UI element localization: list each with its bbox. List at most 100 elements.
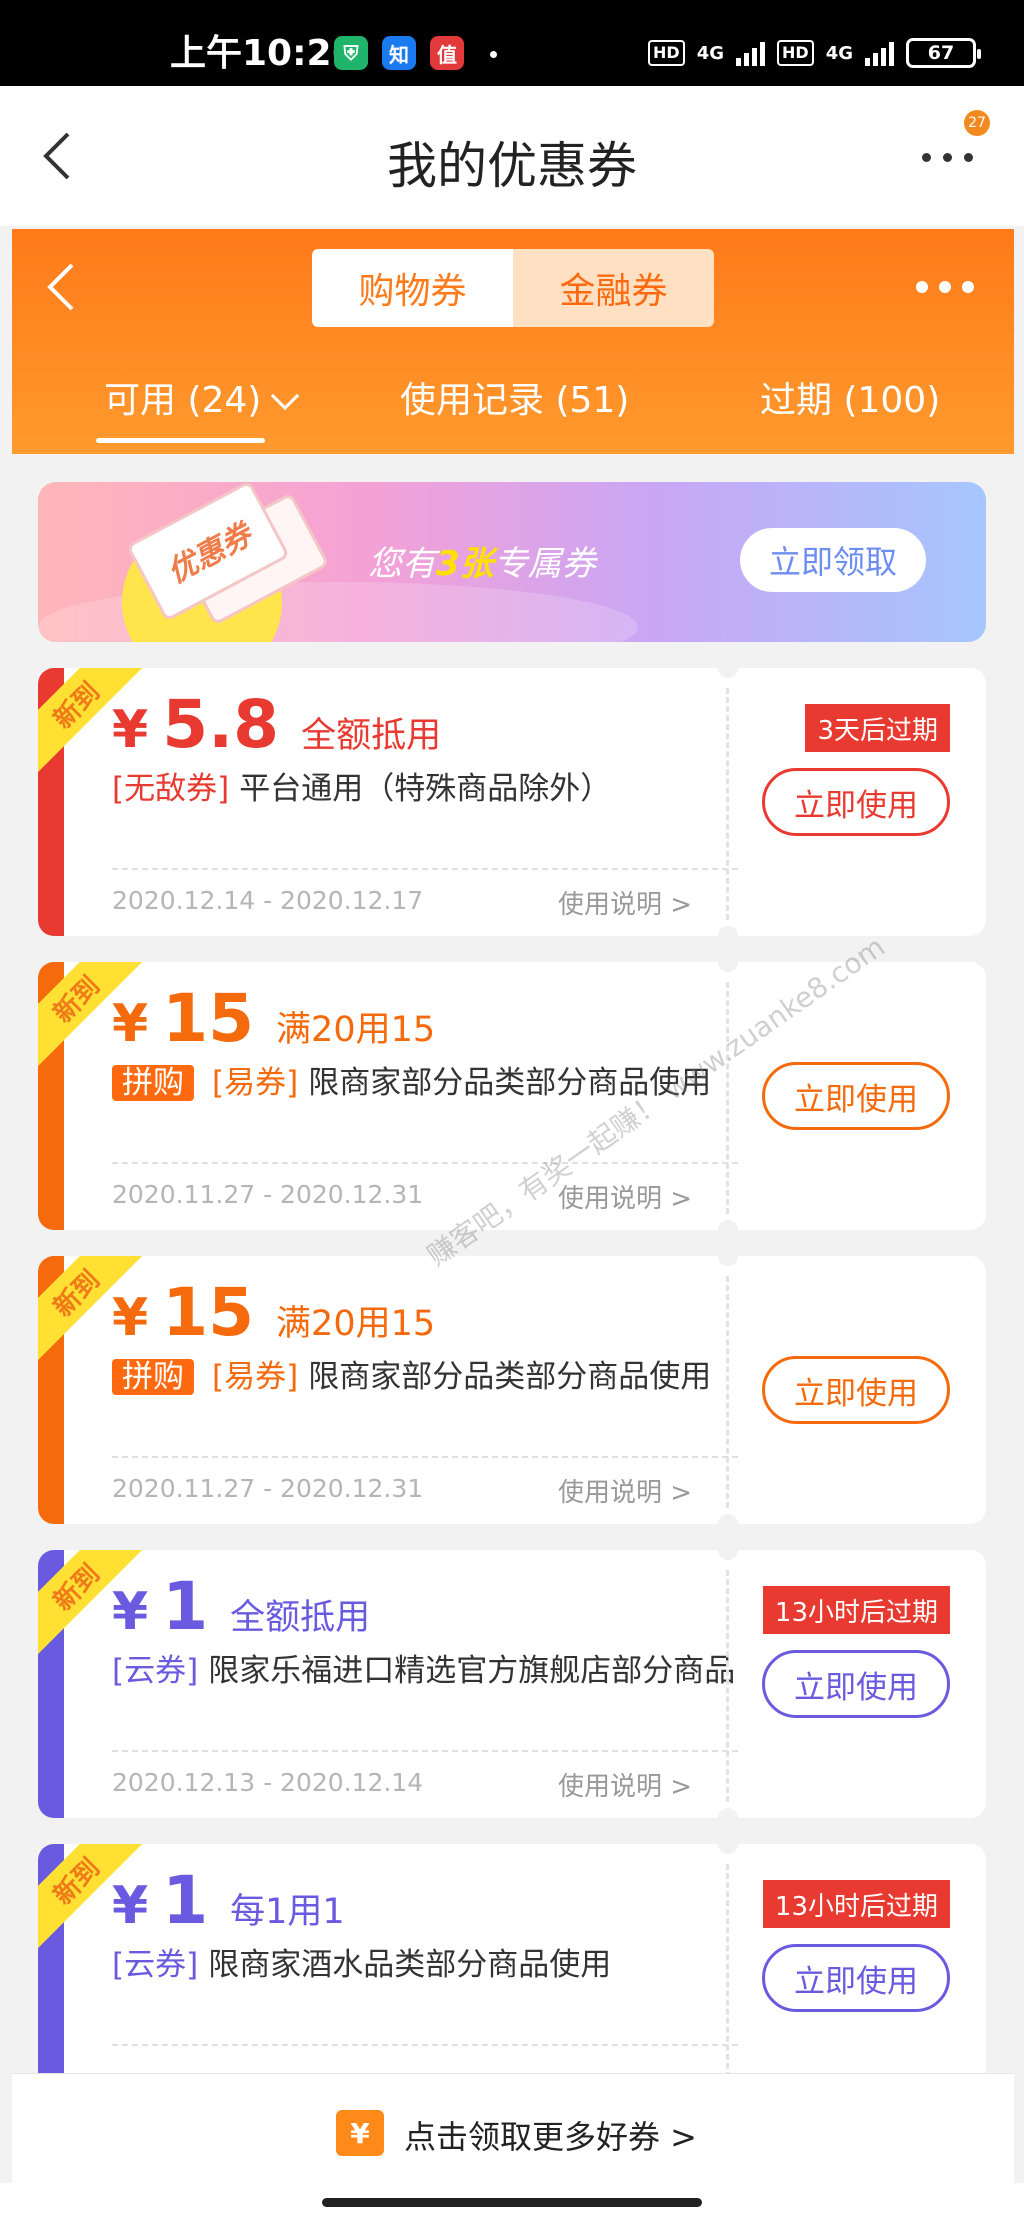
usage-instructions-link[interactable]: 使用说明 > (558, 884, 692, 921)
network-type-2: 4G (825, 42, 853, 64)
ticket-notch-bottom (718, 1220, 738, 1230)
perforation (726, 688, 729, 920)
ticket-notch-top (718, 962, 738, 972)
ticket-notch-top (718, 1844, 738, 1854)
perforation (726, 1864, 729, 2096)
currency-symbol: ¥ (112, 1288, 149, 1348)
usage-instructions-link[interactable]: 使用说明 > (558, 1472, 692, 1509)
coupon-description: 拼购 [易券] 限商家部分品类部分商品使用 (112, 1356, 752, 1398)
coupon-scope: 限家乐福进口精选官方旗舰店部分商品 (208, 1653, 736, 1689)
header-more-icon[interactable] (916, 281, 974, 293)
use-now-button[interactable]: 立即使用 (762, 1944, 950, 2012)
coupon-scope: 限商家部分品类部分商品使用 (308, 1359, 712, 1395)
coupon-type-tag: [云券] (112, 1947, 199, 1983)
status-time: 上午10:26 (170, 33, 357, 74)
coupon-amount-row: ¥5.8 全额抵用 (112, 686, 441, 763)
ticket-notch-top (718, 668, 738, 678)
coupon-amount-row: ¥1 全额抵用 (112, 1568, 370, 1645)
zhihu-app-icon: 知 (382, 36, 416, 70)
validity-period: 2020.12.14 - 2020.12.17 (112, 886, 424, 915)
coupon-description: [无敌券] 平台通用（特殊商品除外） (112, 768, 752, 810)
pingou-tag: 拼购 (112, 1065, 194, 1101)
use-now-button[interactable]: 立即使用 (762, 1062, 950, 1130)
validity-period: 2020.11.27 - 2020.12.31 (112, 1180, 424, 1209)
coupon-header: 购物券 金融券 可用 (24) 使用记录 (51) 过期 (100) (12, 229, 1014, 454)
coupon-icon: ¥ (336, 2110, 384, 2156)
tab-usage-history[interactable]: 使用记录 (51) (400, 371, 629, 423)
coupon-amount-row: ¥15 满20用15 (112, 980, 435, 1057)
perforation (726, 1570, 729, 1802)
ticket-notch-top (718, 1256, 738, 1266)
tab-shopping-coupons[interactable]: 购物券 (312, 249, 513, 327)
ticket-notch-bottom (718, 926, 738, 936)
claim-now-button[interactable]: 立即领取 (740, 528, 926, 592)
coupon-condition: 全额抵用 (301, 716, 442, 756)
coupon-card[interactable]: 新到 ¥1 全额抵用 [云券] 限家乐福进口精选官方旗舰店部分商品 2020.12.13 … (38, 1550, 986, 1818)
usage-instructions-link[interactable]: 使用说明 > (558, 1766, 692, 1803)
use-now-button[interactable]: 立即使用 (762, 1356, 950, 1424)
ticket-notch-top (718, 1550, 738, 1560)
chevron-down-icon (271, 381, 300, 411)
divider (112, 1162, 738, 1164)
coupon-type-tag: [易券] (212, 1065, 299, 1101)
message-badge: 27 (964, 110, 990, 136)
usage-instructions-link[interactable]: 使用说明 > (558, 1178, 692, 1215)
banner-text-prefix: 您有 (368, 544, 436, 584)
more-options-icon[interactable] (922, 142, 978, 172)
pingou-tag: 拼购 (112, 1359, 194, 1395)
banner-message: 您有3张专属券 (368, 536, 596, 585)
coupon-condition: 每1用1 (230, 1892, 345, 1932)
expiry-badge: 3天后过期 (805, 704, 950, 752)
status-indicators: HD 4G HD 4G 67 (648, 38, 981, 68)
more-coupons-bar[interactable]: ¥ 点击领取更多好券 > (12, 2073, 1014, 2183)
ticket-label: 优惠券 (161, 517, 258, 591)
hd-icon-2: HD (777, 40, 814, 66)
coupon-condition: 满20用15 (276, 1010, 436, 1050)
coupon-amount: 15 (162, 980, 255, 1057)
currency-symbol: ¥ (112, 1876, 149, 1936)
validity-period: 2020.11.27 - 2020.12.31 (112, 1474, 424, 1503)
coupon-type-tag: [易券] (212, 1359, 299, 1395)
coupon-card[interactable]: 新到 ¥5.8 全额抵用 [无敌券] 平台通用（特殊商品除外） 2020.12.14 - … (38, 668, 986, 936)
signal-icon (736, 40, 766, 66)
expiry-badge: 13小时后过期 (762, 1586, 950, 1634)
battery-icon: 67 (906, 38, 981, 68)
divider (112, 2044, 738, 2046)
tab-available[interactable]: 可用 (24) (95, 371, 300, 443)
use-now-button[interactable]: 立即使用 (762, 1650, 950, 1718)
coupon-type-tag: [云券] (112, 1653, 199, 1689)
coupon-amount: 5.8 (162, 686, 280, 763)
smzdm-app-icon: 值 (430, 36, 464, 70)
signal-icon-2 (865, 40, 894, 66)
header-back-icon[interactable] (42, 257, 82, 317)
tab-expired[interactable]: 过期 (100) (760, 371, 940, 423)
currency-symbol: ¥ (112, 700, 149, 760)
battery-level: 67 (927, 42, 955, 64)
more-coupons-link[interactable]: 点击领取更多好券 > (404, 2112, 697, 2158)
coupon-description: [云券] 限家乐福进口精选官方旗舰店部分商品 (112, 1650, 752, 1692)
coupon-card[interactable]: 新到 ¥1 每1用1 [云券] 限商家酒水品类部分商品使用 13小时后过期 立即使用 (38, 1844, 986, 2112)
coupon-card[interactable]: 新到 ¥15 满20用15 拼购 [易券] 限商家部分品类部分商品使用 2020.11.27… (38, 1256, 986, 1524)
coupon-condition: 全额抵用 (230, 1598, 371, 1638)
coupon-scope: 限商家酒水品类部分商品使用 (208, 1947, 612, 1983)
shield-app-icon: ⛨ (334, 36, 368, 70)
coupon-amount-row: ¥1 每1用1 (112, 1862, 345, 1939)
coupon-amount-row: ¥15 满20用15 (112, 1274, 435, 1351)
divider (112, 1750, 738, 1752)
currency-symbol: ¥ (112, 1582, 149, 1642)
exclusive-coupon-banner[interactable]: 优惠券 您有3张专属券 立即领取 (38, 482, 986, 642)
tab-finance-coupons[interactable]: 金融券 (513, 249, 714, 327)
coupon-amount: 1 (162, 1568, 209, 1645)
use-now-button[interactable]: 立即使用 (762, 768, 950, 836)
coupon-type-switch: 购物券 金融券 (312, 249, 714, 327)
coupon-amount: 15 (162, 1274, 255, 1351)
tab-available-label: 可用 (24) (104, 380, 262, 421)
network-type: 4G (696, 42, 725, 64)
home-indicator[interactable] (322, 2198, 702, 2207)
perforation (726, 1276, 729, 1508)
ticket-notch-bottom (718, 1808, 738, 1818)
divider (112, 868, 738, 870)
nav-bar: 我的优惠券 27 (0, 86, 1024, 226)
banner-count: 3张 (436, 544, 494, 584)
notification-dot-icon (490, 51, 497, 58)
